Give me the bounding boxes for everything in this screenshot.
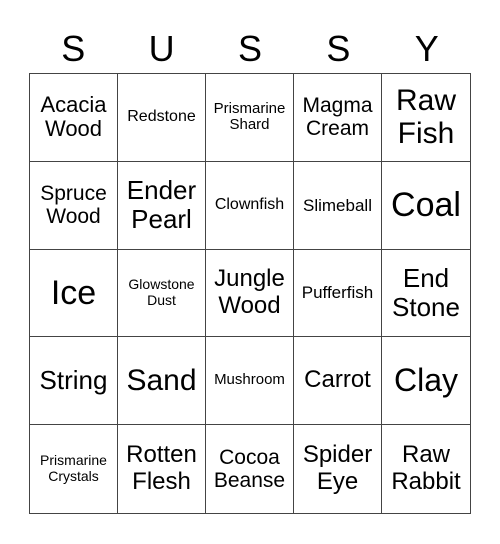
bingo-cell[interactable]: Clay <box>382 337 470 426</box>
bingo-cell[interactable]: Mushroom <box>206 337 294 426</box>
bingo-cell[interactable]: Ice <box>30 249 118 338</box>
header-letter: Y <box>414 28 439 69</box>
bingo-header: S U S S Y <box>29 26 471 72</box>
bingo-cell[interactable]: Acacia Wood <box>30 74 118 162</box>
bingo-cell[interactable]: Clownfish <box>206 161 294 250</box>
bingo-cell[interactable]: Rotten Flesh <box>118 425 206 513</box>
header-letter: S <box>237 28 262 69</box>
bingo-cell[interactable]: Pufferfish <box>294 249 382 338</box>
bingo-cell[interactable]: Redstone <box>118 74 206 162</box>
bingo-cell[interactable]: Carrot <box>294 337 382 426</box>
bingo-cell[interactable]: Prismarine Crystals <box>30 425 118 513</box>
bingo-cell[interactable]: Coal <box>382 162 470 250</box>
bingo-board: Acacia Wood Redstone Prismarine Shard Ma… <box>29 73 471 514</box>
bingo-cell[interactable]: Glowstone Dust <box>118 249 206 338</box>
bingo-cell[interactable]: Cocoa Beanse <box>206 425 294 513</box>
bingo-cell[interactable]: Ender Pearl <box>118 161 206 250</box>
bingo-cell[interactable]: Raw Rabbit <box>382 425 470 513</box>
bingo-cell[interactable]: Slimeball <box>294 161 382 250</box>
header-letter: S <box>326 28 351 69</box>
bingo-cell[interactable]: End Stone <box>382 250 470 338</box>
bingo-cell[interactable]: Magma Cream <box>294 74 382 162</box>
bingo-cell[interactable]: Raw Fish <box>382 74 470 162</box>
bingo-cell[interactable]: Spruce Wood <box>30 161 118 250</box>
header-letter: U <box>148 28 175 69</box>
bingo-cell[interactable]: Jungle Wood <box>206 249 294 338</box>
bingo-cell[interactable]: Spider Eye <box>294 425 382 513</box>
bingo-cell[interactable]: Sand <box>118 337 206 426</box>
bingo-cell[interactable]: Prismarine Shard <box>206 74 294 162</box>
bingo-cell[interactable]: String <box>30 337 118 426</box>
header-letter: S <box>61 28 86 69</box>
